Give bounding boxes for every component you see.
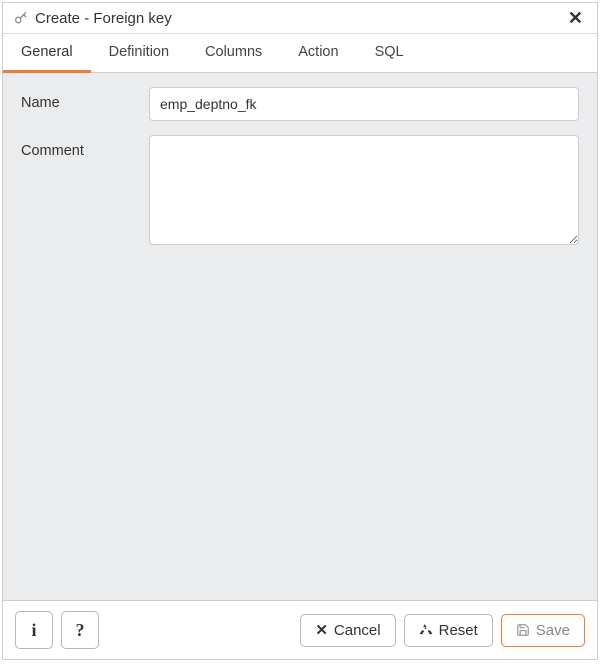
create-foreign-key-dialog: Create - Foreign key ✕ General Definitio… — [2, 2, 598, 660]
close-button[interactable]: ✕ — [564, 9, 587, 27]
tab-sql[interactable]: SQL — [357, 34, 422, 73]
reset-button[interactable]: Reset — [404, 614, 493, 647]
help-button[interactable]: ? — [61, 611, 99, 649]
tab-columns[interactable]: Columns — [187, 34, 280, 73]
cancel-button-label: Cancel — [334, 623, 381, 638]
name-input[interactable] — [149, 87, 579, 121]
tab-bar: General Definition Columns Action SQL — [3, 34, 597, 73]
field-row-name: Name — [21, 87, 579, 121]
tab-general[interactable]: General — [3, 34, 91, 73]
tab-action[interactable]: Action — [280, 34, 356, 73]
info-button[interactable]: i — [15, 611, 53, 649]
save-icon — [516, 623, 530, 637]
tab-panel-general: Name Comment — [3, 73, 597, 600]
comment-label: Comment — [21, 135, 149, 159]
cancel-button[interactable]: ✕ Cancel — [300, 614, 395, 647]
save-button-label: Save — [536, 623, 570, 638]
field-row-comment: Comment — [21, 135, 579, 248]
dialog-title: Create - Foreign key — [35, 10, 564, 27]
name-label: Name — [21, 87, 149, 111]
reset-button-label: Reset — [439, 623, 478, 638]
titlebar: Create - Foreign key ✕ — [3, 3, 597, 34]
save-button[interactable]: Save — [501, 614, 585, 647]
key-icon — [13, 10, 29, 26]
recycle-icon — [419, 623, 433, 637]
tab-definition[interactable]: Definition — [91, 34, 187, 73]
footer: i ? ✕ Cancel Reset Save — [3, 600, 597, 659]
close-icon: ✕ — [315, 623, 328, 638]
comment-input[interactable] — [149, 135, 579, 245]
